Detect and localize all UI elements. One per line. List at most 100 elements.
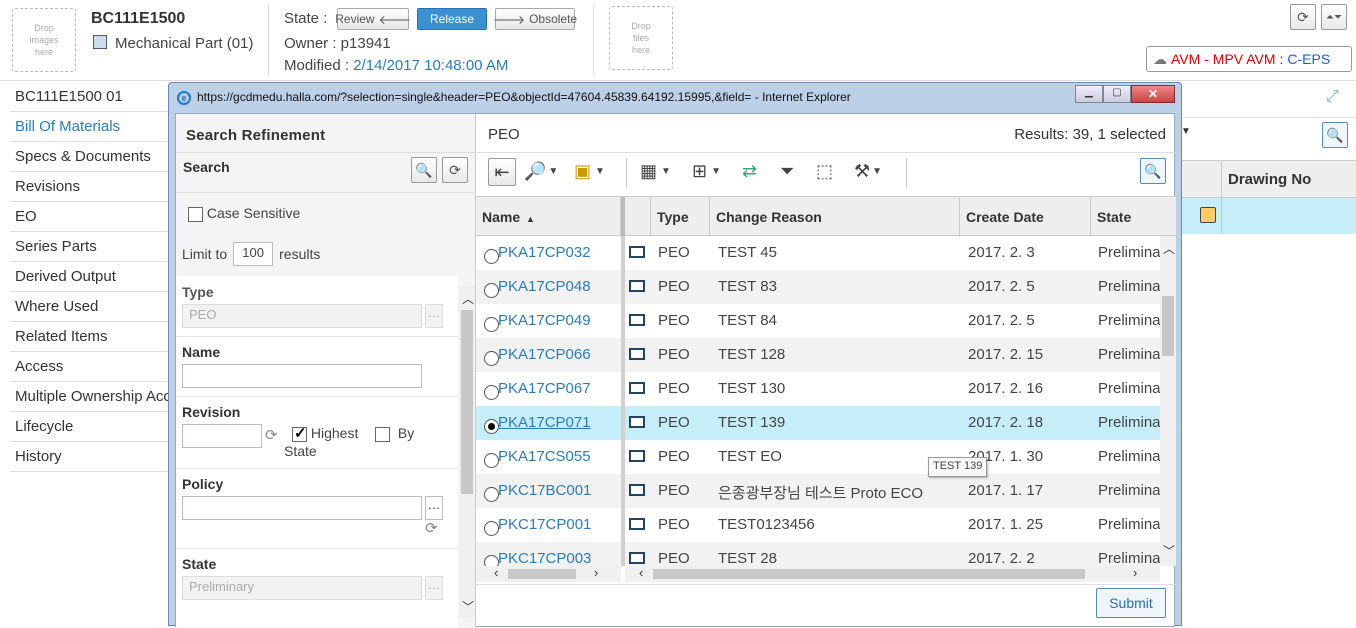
table-row[interactable]: PKA17CP066 PEO TEST 128 2017. 2. 15 Prelimin… [476,338,1160,372]
row-select-radio[interactable] [484,521,499,536]
table-row[interactable]: PKC17CP001 PEO TEST0123456 2017. 1. 25 Preli… [476,508,1160,542]
table-row[interactable]: PKC17BC001 PEO 은종광부장님 테스트 Proto ECO 2017. 1… [476,474,1160,508]
row-name-link[interactable]: PKA17CS055 [498,448,591,465]
row-name-link[interactable]: PKA17CP066 [498,346,591,363]
maximize-button[interactable]: ▢ [1103,85,1131,103]
results-hscroll-right[interactable]: ‹ › [625,565,1160,582]
scroll-left-icon[interactable]: ‹ [639,565,643,580]
tools-menu[interactable]: ⚒ ▼ [854,156,882,186]
row-name-link[interactable]: PKC17BC001 [498,482,591,499]
case-sensitive-checkbox[interactable] [188,206,203,222]
state-word: State [284,443,317,459]
bg-col-drawing-no[interactable]: Drawing No [1228,171,1311,188]
row-select-radio[interactable] [484,487,499,502]
results-hscroll-left[interactable]: ‹ › [476,565,621,582]
policy-reset-icon[interactable]: ⟳ [425,519,438,537]
table-row[interactable]: PKA17CP067 PEO TEST 130 2017. 2. 16 Prelimin… [476,372,1160,406]
row-select-radio[interactable] [484,351,499,366]
row-name-link[interactable]: PKA17CP049 [498,312,591,329]
obsolete-button[interactable]: 🡒 Obsolete [493,8,577,30]
refine-scroll-thumb[interactable] [461,310,473,494]
row-name-link[interactable]: PKA17CP071 [498,414,591,431]
scroll-down-icon[interactable]: ﹀ [462,598,474,615]
row-name-link[interactable]: PKA17CP032 [498,244,591,261]
state-filter-field: Preliminary [182,576,422,600]
scroll-right-icon[interactable]: › [1133,565,1137,580]
hscroll-left-thumb[interactable] [508,569,576,579]
expand-icon[interactable]: ⤢ [1326,88,1339,106]
search-button[interactable]: 🔍 [411,157,437,183]
row-name-link[interactable]: PKA17CP048 [498,278,591,295]
search-options-menu[interactable]: 🔎 ▼ [524,156,558,186]
collapse-header-button[interactable]: ⏶⏷ [1321,4,1347,30]
row-name-link[interactable]: PKA17CP067 [498,380,591,397]
sidebar-item-lifecycle[interactable]: Lifecycle [10,412,184,442]
sidebar-item-revisions[interactable]: Revisions [10,172,184,202]
close-button[interactable]: ✕ [1131,85,1175,103]
row-select-radio[interactable] [484,249,499,264]
view-menu[interactable]: ⊞ ▼ [692,156,721,186]
drop-files-zone[interactable]: Drop files here [609,6,673,70]
revision-input[interactable] [182,424,262,448]
edit-table-menu[interactable]: ▦ ▼ [640,156,671,186]
submit-button[interactable]: Submit [1096,588,1166,618]
review-button[interactable]: Review 🡐 [335,8,411,30]
table-row[interactable]: PKA17CP048 PEO TEST 83 2017. 2. 5 Preliminar… [476,270,1160,304]
table-row[interactable]: PKA17CP049 PEO TEST 84 2017. 2. 5 Preliminar… [476,304,1160,338]
row-name-link[interactable]: PKC17CP003 [498,550,591,566]
scroll-left-icon[interactable]: ‹ [494,565,498,580]
transfer-button[interactable]: ⇄ [742,156,757,186]
scroll-down-icon[interactable]: ﹀ [1163,542,1175,559]
row-select-radio[interactable] [484,419,499,434]
table-row[interactable]: PKC17CP003 PEO TEST 28 2017. 2. 2 Preliminar… [476,542,1160,566]
results-vscrollbar[interactable]: ︿ ﹀ [1160,236,1176,566]
sidebar-item-access[interactable]: Access [10,352,184,382]
policy-input[interactable] [182,496,422,520]
select-all-button[interactable]: ⬚ [816,156,833,186]
col-type[interactable]: Type [651,197,710,237]
filter-button[interactable]: ⏷ [780,156,794,186]
sidebar-item-history[interactable]: History [10,442,184,472]
col-name[interactable]: Name ▲ [476,197,621,237]
release-button[interactable]: Release [417,8,487,30]
sidebar-item-series-parts[interactable]: Series Parts [10,232,184,262]
revision-reset-icon[interactable]: ⟳ [265,426,278,444]
name-input[interactable] [182,364,422,388]
sidebar-item-where-used[interactable]: Where Used [10,292,184,322]
limit-input[interactable]: 100 [233,242,274,266]
row-select-radio[interactable] [484,453,499,468]
refine-scrollbar[interactable]: ︿ ﹀ [459,286,475,618]
highest-checkbox[interactable] [292,424,307,442]
row-select-radio[interactable] [484,283,499,298]
minimize-button[interactable]: ▁ [1075,85,1103,103]
sidebar-item-multiple-ownership-access[interactable]: Multiple Ownership Access [10,382,184,412]
policy-browse-button[interactable]: … [425,496,443,520]
reset-search-button[interactable]: ⟳ [442,157,468,183]
hscroll-right-thumb[interactable] [653,569,1085,579]
table-row[interactable]: PKA17CS055 PEO TEST EO 2017. 1. 30 Prelimina… [476,440,1160,474]
scroll-up-icon[interactable]: ︿ [462,290,474,307]
col-create-date[interactable]: Create Date [960,197,1091,237]
by-state-checkbox[interactable] [375,426,390,442]
scroll-right-icon[interactable]: › [594,565,598,580]
refresh-button[interactable]: ⟳ [1290,4,1316,30]
back-button[interactable]: ⇤ [488,158,516,186]
row-name-link[interactable]: PKC17CP001 [498,516,591,533]
row-select-radio[interactable] [484,317,499,332]
results-vscroll-thumb[interactable] [1162,296,1174,356]
table-row[interactable]: PKA17CP071 PEO TEST 139 2017. 2. 18 Prelimin… [476,406,1160,440]
sidebar-item-specs-documents[interactable]: Specs & Documents [10,142,184,172]
sidebar-item-related-items[interactable]: Related Items [10,322,184,352]
sidebar-item-eo[interactable]: EO [10,202,184,232]
sidebar-item-derived-output[interactable]: Derived Output [10,262,184,292]
drop-images-zone[interactable]: Drop images here [12,8,76,72]
highlight-menu[interactable]: ▣ ▼ [574,156,605,186]
sidebar-item-bill-of-materials[interactable]: Bill Of Materials [10,112,184,142]
col-change-reason[interactable]: Change Reason [710,197,960,237]
table-row[interactable]: PKA17CP032 PEO TEST 45 2017. 2. 3 Preliminar… [476,236,1160,270]
row-select-radio[interactable] [484,385,499,400]
col-state[interactable]: State [1091,197,1161,237]
scroll-up-icon[interactable]: ︿ [1163,240,1175,257]
results-search-button[interactable]: 🔍 [1140,158,1166,184]
bg-search-icon[interactable]: 🔍 [1322,122,1348,148]
